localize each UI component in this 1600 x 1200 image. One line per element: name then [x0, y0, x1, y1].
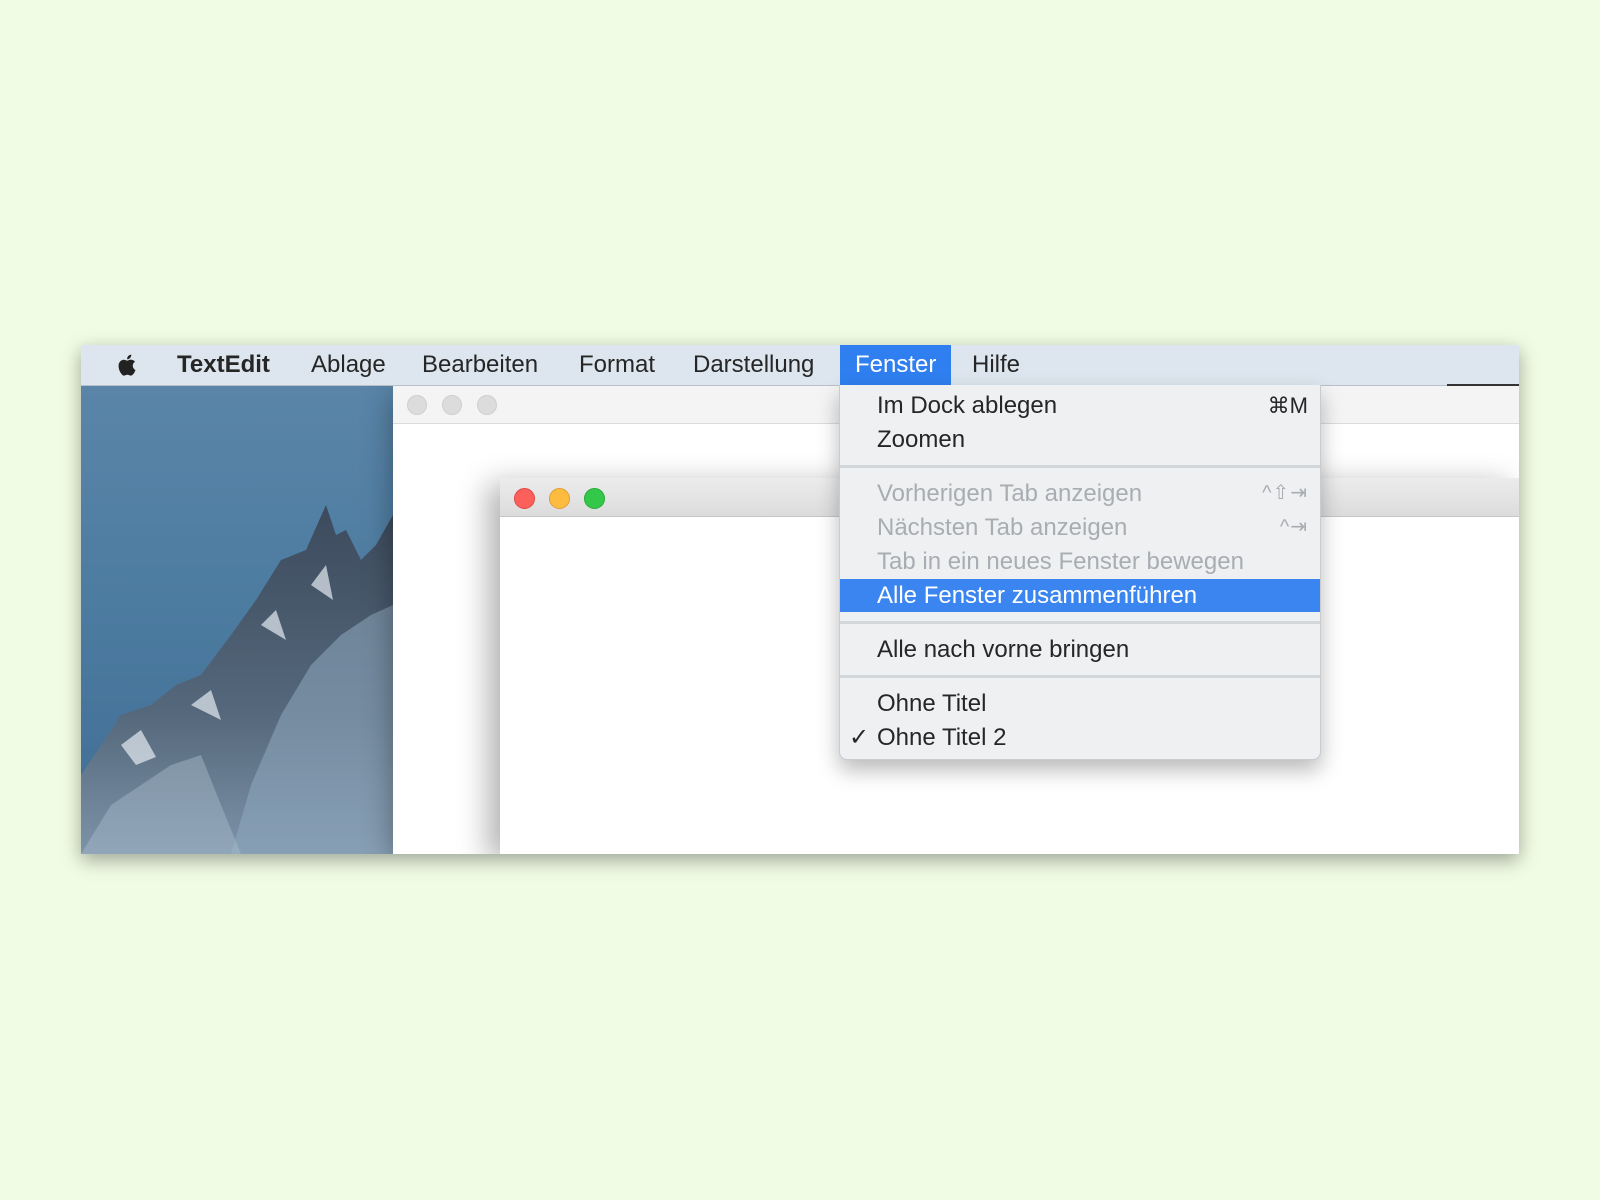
zoom-button-inactive-icon[interactable]: [477, 395, 497, 415]
menu-item-tab-in-neues-fenster[interactable]: Tab in ein neues Fenster bewegen: [840, 545, 1320, 578]
menu-item-shortcut: ^⇧⇥: [1262, 482, 1308, 504]
menu-item-label: Alle Fenster zusammenführen: [877, 582, 1198, 609]
menu-item-label: Vorherigen Tab anzeigen: [877, 480, 1143, 507]
menu-item-label: Alle nach vorne bringen: [877, 636, 1130, 663]
mountain-wallpaper-image: [81, 505, 393, 854]
menu-ablage[interactable]: Ablage: [296, 345, 401, 385]
minimize-button-icon[interactable]: [549, 488, 570, 509]
menu-item-shortcut: ^⇥: [1279, 516, 1308, 538]
zoom-button-icon[interactable]: [584, 488, 605, 509]
menu-bearbeiten[interactable]: Bearbeiten: [407, 345, 553, 385]
menu-item-label: Zoomen: [877, 426, 966, 453]
menu-separator: [840, 621, 1320, 624]
menu-darstellung[interactable]: Darstellung: [678, 345, 829, 385]
menu-separator: [840, 675, 1320, 678]
apple-logo-icon[interactable]: [115, 352, 141, 378]
screenshot-frame: TextEdit Ablage Bearbeiten Format Darste…: [81, 345, 1519, 854]
menu-hilfe[interactable]: Hilfe: [957, 345, 1035, 385]
menu-item-naechsten-tab[interactable]: Nächsten Tab anzeigen ^⇥: [840, 511, 1320, 544]
menu-bar: TextEdit Ablage Bearbeiten Format Darste…: [81, 345, 1519, 386]
menu-separator: [840, 465, 1320, 468]
menu-item-alle-fenster-zusammenfuehren[interactable]: Alle Fenster zusammenführen: [840, 579, 1320, 612]
close-button-inactive-icon[interactable]: [407, 395, 427, 415]
menu-item-window-ohne-titel[interactable]: Ohne Titel: [840, 687, 1320, 720]
menu-item-zoomen[interactable]: Zoomen: [840, 423, 1320, 456]
menu-item-window-ohne-titel-2[interactable]: ✓ Ohne Titel 2: [840, 721, 1320, 754]
menu-item-label: Im Dock ablegen: [877, 392, 1058, 419]
menubar-edge: [1447, 384, 1519, 386]
menu-item-shortcut: ⌘M: [1267, 393, 1308, 418]
menu-item-alle-nach-vorne[interactable]: Alle nach vorne bringen: [840, 633, 1320, 666]
menu-item-vorherigen-tab[interactable]: Vorherigen Tab anzeigen ^⇧⇥: [840, 477, 1320, 510]
menu-item-label: Tab in ein neues Fenster bewegen: [877, 548, 1244, 575]
menu-fenster[interactable]: Fenster: [840, 345, 952, 385]
menu-app-textedit[interactable]: TextEdit: [162, 345, 285, 385]
checkmark-icon: ✓: [849, 724, 870, 751]
menu-item-label: Nächsten Tab anzeigen: [877, 514, 1128, 541]
desktop-wallpaper: [81, 385, 393, 854]
menu-format[interactable]: Format: [564, 345, 670, 385]
minimize-button-inactive-icon[interactable]: [442, 395, 462, 415]
menu-item-label: Ohne Titel: [877, 690, 987, 717]
menu-item-label: Ohne Titel 2: [877, 724, 1007, 751]
menu-item-im-dock-ablegen[interactable]: Im Dock ablegen ⌘M: [840, 389, 1320, 422]
close-button-icon[interactable]: [514, 488, 535, 509]
fenster-dropdown-menu: Im Dock ablegen ⌘M Zoomen Vorherigen Tab…: [839, 385, 1321, 760]
